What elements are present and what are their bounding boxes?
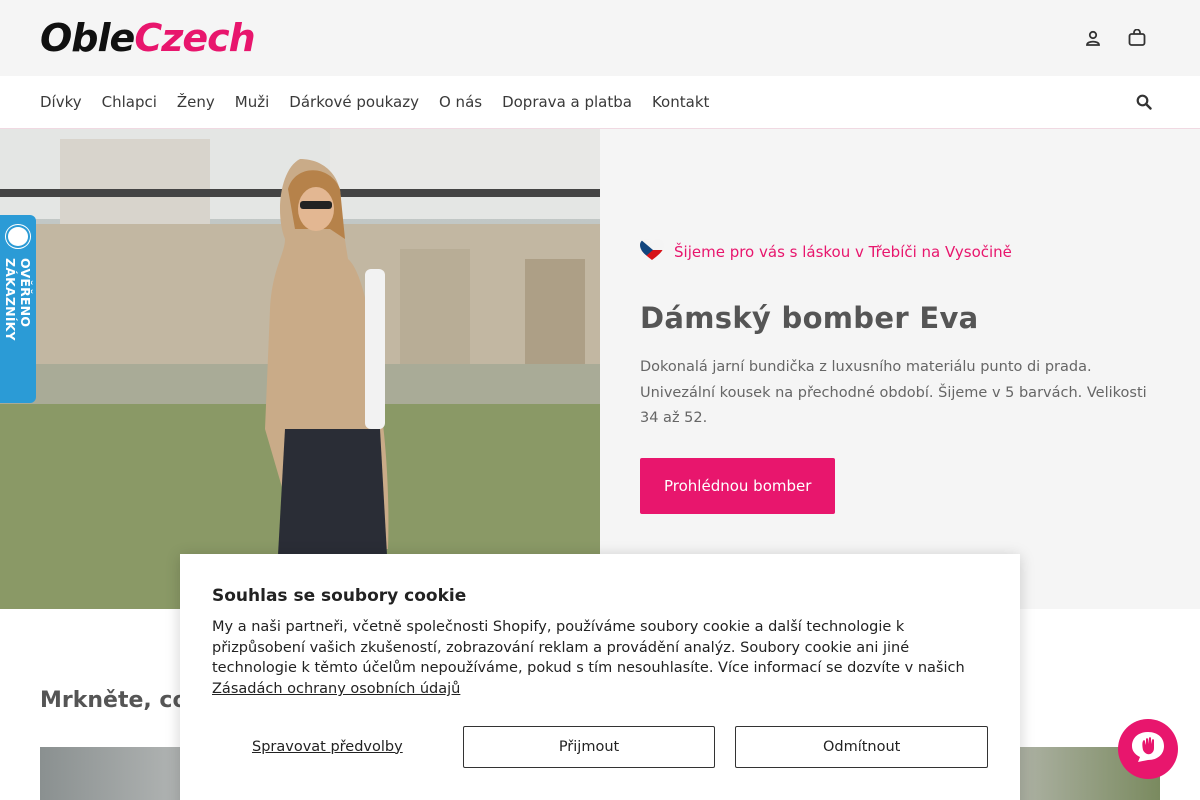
nav-item-chlapci[interactable]: Chlapci [102, 93, 157, 111]
cookie-title: Souhlas se soubory cookie [212, 586, 467, 606]
cookie-body: My a naši partneři, včetně společnosti S… [212, 619, 965, 677]
brand-logo[interactable]: ObleCzech [40, 16, 256, 60]
view-bomber-button[interactable]: Prohlédnou bomber [640, 457, 836, 514]
tagline-text: Šijeme pro vás s láskou v Třebíči na Vys… [674, 243, 1012, 261]
main-nav: Dívky Chlapci Ženy Muži Dárkové poukazy … [0, 76, 1200, 129]
decline-button[interactable]: Odmítnout [735, 725, 988, 768]
accept-button[interactable]: Přijmout [462, 725, 716, 768]
badge-label: OVĚŘENO ZÁKAZNÍKY [3, 257, 33, 341]
nav-items: Dívky Chlapci Ženy Muži Dárkové poukazy … [40, 93, 709, 111]
verified-seal-icon [6, 225, 30, 248]
nav-item-darkove-poukazy[interactable]: Dárkové poukazy [289, 93, 419, 111]
logo-part1: Oble [40, 16, 135, 60]
product-thumbnail[interactable] [40, 747, 200, 800]
nav-item-divky[interactable]: Dívky [40, 93, 82, 111]
verified-by-customers-badge[interactable]: OVĚŘENO ZÁKAZNÍKY [0, 215, 36, 403]
manage-preferences-link[interactable]: Spravovat předvolby [212, 739, 443, 755]
top-header: ObleCzech [0, 0, 1200, 76]
chat-bubble-icon [1130, 730, 1166, 768]
cookie-actions: Spravovat předvolby Přijmout Odmítnout [212, 725, 988, 768]
nav-item-zeny[interactable]: Ženy [177, 93, 215, 111]
cookie-text: My a naši partneři, včetně společnosti S… [212, 617, 988, 700]
hero-content: Šijeme pro vás s láskou v Třebíči na Vys… [600, 129, 1200, 609]
cart-icon[interactable] [1126, 27, 1148, 49]
hero-tagline: Šijeme pro vás s láskou v Třebíči na Vys… [640, 239, 1160, 265]
hero-image [0, 129, 600, 609]
section-title: Mrkněte, co [40, 688, 188, 713]
hero-title: Dámský bomber Eva [640, 301, 979, 335]
czech-heart-icon [640, 239, 664, 265]
hero-description: Dokonalá jarní bundička z luxusního mate… [640, 359, 1147, 426]
search-icon[interactable] [1133, 91, 1155, 113]
chat-button[interactable] [1118, 719, 1178, 779]
nav-item-o-nas[interactable]: O nás [439, 93, 482, 111]
privacy-policy-link[interactable]: Zásadách ochrany osobních údajů [212, 681, 460, 697]
header-actions [1082, 27, 1148, 49]
nav-item-kontakt[interactable]: Kontakt [652, 93, 709, 111]
nav-item-doprava-a-platba[interactable]: Doprava a platba [502, 93, 632, 111]
user-icon[interactable] [1082, 27, 1104, 49]
logo-part2: Czech [134, 16, 255, 60]
cookie-consent-dialog: Souhlas se soubory cookie My a naši part… [180, 554, 1020, 800]
nav-item-muzi[interactable]: Muži [235, 93, 270, 111]
hero-banner: Šijeme pro vás s láskou v Třebíči na Vys… [0, 129, 1200, 609]
